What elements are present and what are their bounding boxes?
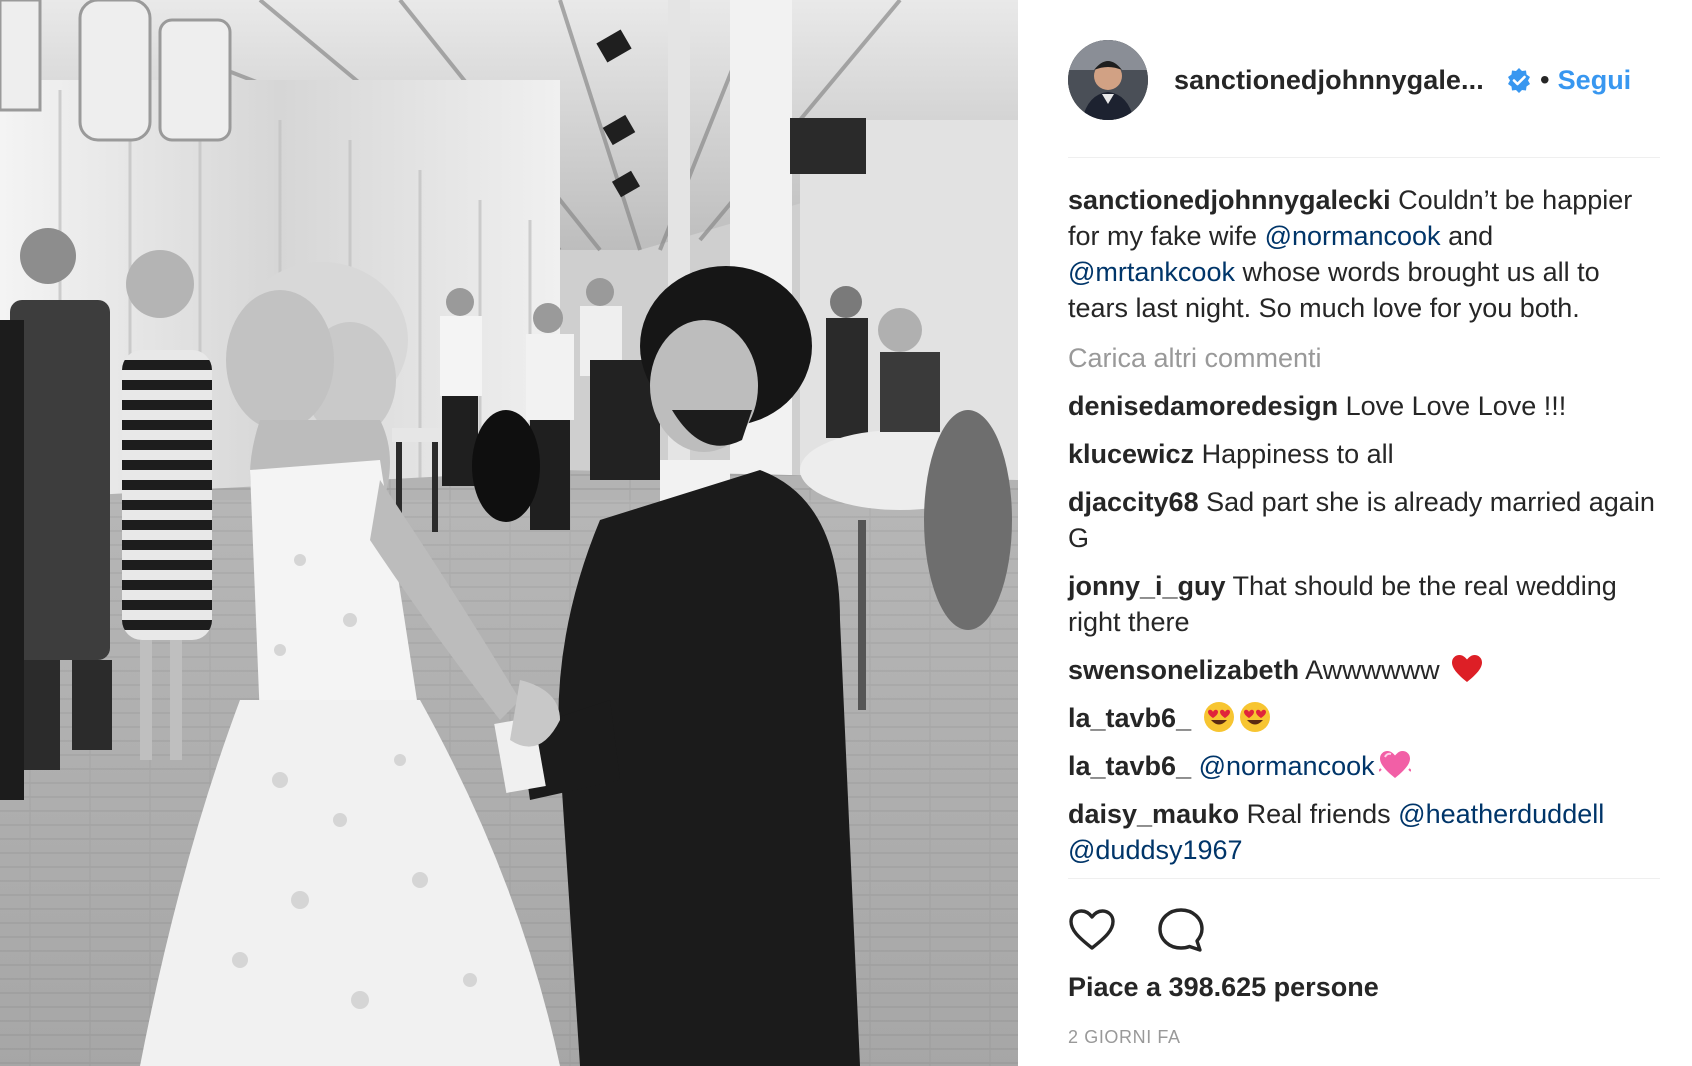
comment-item: la_tavb6_ @normancook (1068, 748, 1660, 784)
comment-username[interactable]: la_tavb6_ (1068, 703, 1191, 733)
comment-text: Love Love Love !!! (1338, 391, 1567, 421)
comment-text (1191, 703, 1199, 733)
comment-text: Real friends (1239, 799, 1399, 829)
like-heart-icon[interactable] (1066, 904, 1118, 956)
comment-text: Happiness to all (1194, 439, 1394, 469)
comments-list: sanctionedjohnnygalecki Couldn’t be happ… (1068, 182, 1660, 880)
comment-username[interactable]: jonny_i_guy (1068, 571, 1226, 601)
instagram-post: sanctionedjohnnygale... • Segui sanction… (0, 0, 1692, 1066)
comment-text: Awwwwww (1299, 655, 1448, 685)
comment-username[interactable]: klucewicz (1068, 439, 1194, 469)
comment-username[interactable]: swensonelizabeth (1068, 655, 1299, 685)
post-actions (1066, 904, 1207, 956)
comment-username[interactable]: daisy_mauko (1068, 799, 1239, 829)
comment-mention[interactable]: @duddsy1967 (1068, 835, 1243, 865)
author-username[interactable]: sanctionedjohnnygale... (1174, 65, 1484, 96)
post-caption: sanctionedjohnnygalecki Couldn’t be happ… (1068, 182, 1660, 326)
verified-badge-icon (1506, 67, 1532, 93)
avatar-image (1068, 40, 1148, 120)
comment-item: djaccity68 Sad part she is already marri… (1068, 484, 1660, 556)
comments-divider (1068, 878, 1660, 879)
avatar[interactable] (1068, 40, 1148, 120)
post-timestamp[interactable]: 2 GIORNI FA (1068, 1027, 1181, 1048)
post-header: sanctionedjohnnygale... • Segui (1068, 40, 1660, 120)
comment-item: swensonelizabeth Awwwwww (1068, 652, 1660, 688)
caption-username[interactable]: sanctionedjohnnygalecki (1068, 185, 1391, 215)
red-heart-icon (1451, 653, 1483, 685)
comment-item: jonny_i_guy That should be the real wedd… (1068, 568, 1660, 640)
comment-username[interactable]: denisedamoredesign (1068, 391, 1338, 421)
follow-button[interactable]: Segui (1558, 65, 1632, 96)
comment-mention[interactable]: @normancook (1199, 751, 1375, 781)
wedding-photo-illustration (0, 0, 1018, 1066)
comment-item: klucewicz Happiness to all (1068, 436, 1660, 472)
comment-item: daisy_mauko Real friends @heatherduddell… (1068, 796, 1660, 868)
caption-text: and (1440, 221, 1494, 251)
comment-bubble-icon[interactable] (1155, 904, 1207, 956)
post-photo[interactable] (0, 0, 1018, 1066)
comment-username[interactable]: la_tavb6_ (1068, 751, 1191, 781)
header-separator: • (1539, 64, 1550, 95)
heart-eyes-icon (1203, 701, 1235, 733)
heart-eyes-icon (1239, 701, 1271, 733)
comment-item: la_tavb6_ (1068, 700, 1660, 736)
caption-mention[interactable]: @normancook (1265, 221, 1441, 251)
comment-item: denisedamoredesign Love Love Love !!! (1068, 388, 1660, 424)
comment-mention[interactable]: @heatherduddell (1398, 799, 1604, 829)
likes-count[interactable]: Piace a 398.625 persone (1068, 972, 1379, 1003)
pink-heart-icon (1377, 749, 1412, 781)
post-sidebar: sanctionedjohnnygale... • Segui sanction… (1018, 0, 1692, 1066)
caption-mention[interactable]: @mrtankcook (1068, 257, 1235, 287)
load-more-comments-button[interactable]: Carica altri commenti (1068, 340, 1660, 376)
header-divider (1068, 157, 1660, 158)
comment-username[interactable]: djaccity68 (1068, 487, 1199, 517)
